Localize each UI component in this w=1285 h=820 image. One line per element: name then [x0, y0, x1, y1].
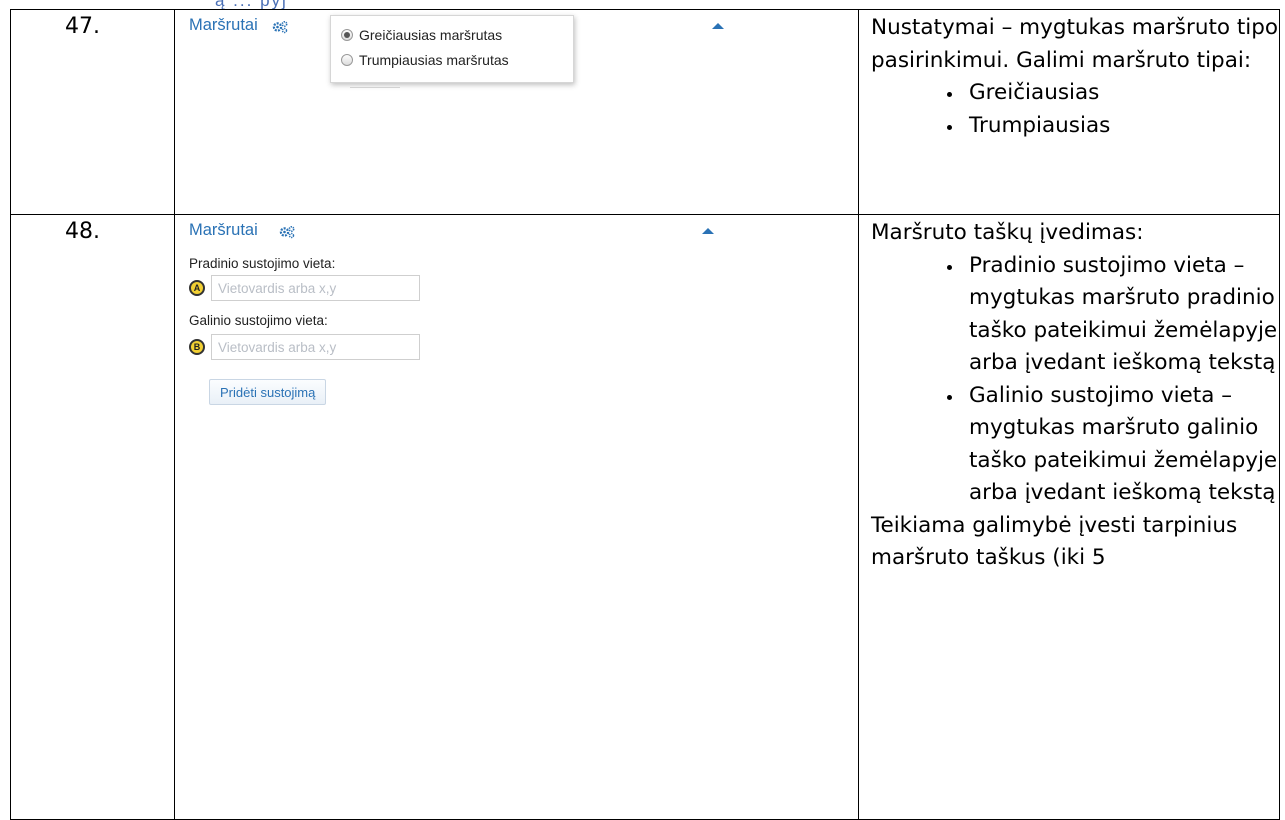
start-stop-input[interactable] — [211, 275, 420, 301]
description-intro: Nustatymai – mygtukas maršruto tipo pasi… — [871, 15, 1279, 73]
add-stop-button[interactable]: Pridėti sustojimą — [209, 379, 327, 405]
end-stop-label: Galinio sustojimo vieta: — [189, 313, 328, 328]
bullet-list: Greičiausias Trumpiausias — [871, 77, 1279, 142]
list-item: Trumpiausias — [964, 110, 1279, 143]
caret-up-icon[interactable] — [702, 228, 714, 234]
list-item: Greičiausias — [964, 77, 1279, 110]
routes-panel-title: Maršrutai — [189, 16, 258, 34]
description-outro: Teikiama galimybė įvesti tarpinius maršr… — [871, 512, 1238, 571]
description-intro: Maršruto taškų įvedimas: — [871, 220, 1144, 245]
gear-icon[interactable] — [279, 225, 295, 239]
bullet-list: Pradinio sustojimo vieta – mygtukas marš… — [871, 250, 1279, 510]
row-number-cell: 47. — [10, 9, 175, 215]
description-cell: Nustatymai – mygtukas maršruto tipo pasi… — [858, 9, 1280, 215]
marker-a-icon: A — [189, 280, 205, 296]
route-option-label: Greičiausias maršrutas — [359, 27, 503, 43]
list-item: Galinio sustojimo vieta – mygtukas maršr… — [964, 380, 1279, 510]
routes-panel-title: Maršrutai — [189, 221, 258, 239]
caret-up-icon[interactable] — [712, 23, 724, 29]
route-option-fastest[interactable]: Greičiausias maršrutas — [341, 27, 502, 43]
end-stop-input[interactable] — [211, 334, 420, 360]
description-cell: Maršruto taškų įvedimas: Pradinio sustoj… — [858, 214, 1280, 820]
marker-b-icon: B — [189, 339, 205, 355]
route-option-label: Trumpiausias maršrutas — [359, 52, 509, 68]
table-row: 48. Maršrutai Pradinio sustojimo vieta: … — [10, 214, 1280, 820]
ui-screenshot-cell: Maršrutai Greičiausias maršrutas Trumpia… — [174, 9, 859, 215]
documentation-table: 47. Maršrutai Greičiausias maršrutas Tru… — [10, 9, 1280, 820]
gear-icon[interactable] — [272, 20, 288, 34]
list-item: Pradinio sustojimo vieta – mygtukas marš… — [964, 250, 1279, 380]
ui-screenshot-cell: Maršrutai Pradinio sustojimo vieta: A Ga… — [174, 214, 859, 820]
row-number: 48. — [65, 219, 100, 244]
start-stop-label: Pradinio sustojimo vieta: — [189, 256, 336, 271]
table-row: 47. Maršrutai Greičiausias maršrutas Tru… — [10, 9, 1280, 215]
row-number-cell: 48. — [10, 214, 175, 820]
row-number: 47. — [65, 14, 100, 39]
route-type-popup: Greičiausias maršrutas Trumpiausias marš… — [330, 15, 574, 83]
radio-icon[interactable] — [341, 54, 353, 66]
popup-shadow-divider — [350, 87, 400, 94]
route-option-shortest[interactable]: Trumpiausias maršrutas — [341, 52, 509, 68]
radio-icon[interactable] — [341, 29, 353, 41]
